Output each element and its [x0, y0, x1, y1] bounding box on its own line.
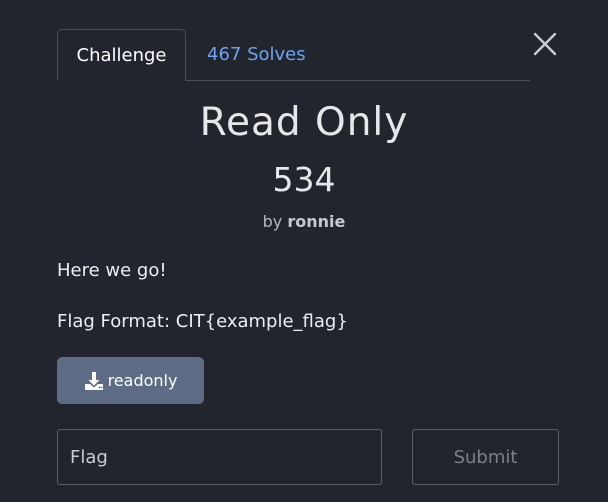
download-file-button[interactable]: readonly	[57, 357, 204, 404]
flag-input[interactable]	[57, 429, 382, 485]
file-name: readonly	[107, 371, 178, 390]
challenge-title: Read Only	[199, 100, 409, 145]
tab-solves[interactable]: 467 Solves	[207, 29, 306, 81]
tab-challenge[interactable]: Challenge	[57, 29, 186, 81]
close-icon	[533, 32, 557, 56]
challenge-modal: Challenge 467 Solves Read Only 534 by ro…	[0, 0, 608, 502]
submit-button[interactable]: Submit	[412, 429, 559, 485]
author-prefix: by	[262, 212, 283, 231]
description-line: Flag Format: CIT{example_flag}	[57, 311, 348, 332]
description-line: Here we go!	[57, 260, 167, 281]
author-name: ronnie	[287, 212, 346, 231]
challenge-author: by ronnie	[0, 212, 608, 231]
challenge-points: 534	[272, 160, 336, 199]
tab-bar: Challenge 467 Solves	[57, 29, 530, 81]
close-button[interactable]	[531, 30, 559, 58]
download-icon	[84, 371, 104, 391]
